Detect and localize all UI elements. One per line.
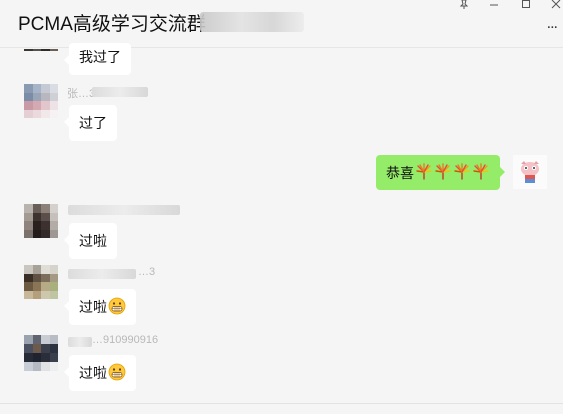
message-list[interactable]: 我过了 张…3 过了 恭喜 过啦 …3 过啦 …910990916 过啦 <box>0 43 563 403</box>
message-text: 我过了 <box>79 49 121 65</box>
grin-emoji-icon <box>108 297 126 315</box>
title-redacted-suffix <box>200 12 304 32</box>
sender-name-redacted <box>68 337 92 347</box>
avatar[interactable] <box>24 265 58 299</box>
message-text: 过了 <box>79 115 107 131</box>
chat-header: PCMA高级学习交流群 ... <box>0 0 563 48</box>
sender-name: …3 <box>138 266 156 278</box>
message-bubble[interactable]: 过了 <box>64 105 117 141</box>
sender-name: 张…3 <box>67 88 96 100</box>
message-text: 过啦 <box>79 299 107 315</box>
message-bubble[interactable]: 过啦 <box>64 355 136 391</box>
sender-name-redacted <box>68 205 180 215</box>
minimize-icon[interactable] <box>486 0 502 10</box>
pin-icon[interactable] <box>456 0 472 10</box>
firework-icon <box>472 163 490 181</box>
message-text: 过啦 <box>79 365 107 381</box>
firework-icon <box>434 163 452 181</box>
avatar[interactable] <box>24 84 58 118</box>
own-message-bubble[interactable]: 恭喜 <box>376 155 505 190</box>
sender-name-redacted <box>68 269 136 279</box>
maximize-icon[interactable] <box>518 0 534 10</box>
chat-title: PCMA高级学习交流群 <box>18 14 206 35</box>
firework-icon <box>415 163 433 181</box>
message-text: 过啦 <box>79 233 107 249</box>
avatar[interactable] <box>24 49 58 57</box>
more-options-icon[interactable]: ... <box>547 16 558 32</box>
message-bubble[interactable]: 过啦 <box>64 289 136 325</box>
firework-icon <box>453 163 471 181</box>
grin-emoji-icon <box>108 363 126 381</box>
message-bubble[interactable]: 过啦 <box>64 223 117 259</box>
close-icon[interactable] <box>548 0 563 10</box>
own-avatar[interactable] <box>513 155 547 189</box>
sender-name-redacted <box>92 87 148 97</box>
avatar[interactable] <box>24 204 58 238</box>
avatar[interactable] <box>24 335 58 371</box>
input-area-divider <box>0 403 563 414</box>
message-bubble[interactable]: 我过了 <box>64 43 131 75</box>
message-text: 恭喜 <box>386 165 414 181</box>
sender-name: …910990916 <box>92 334 159 346</box>
